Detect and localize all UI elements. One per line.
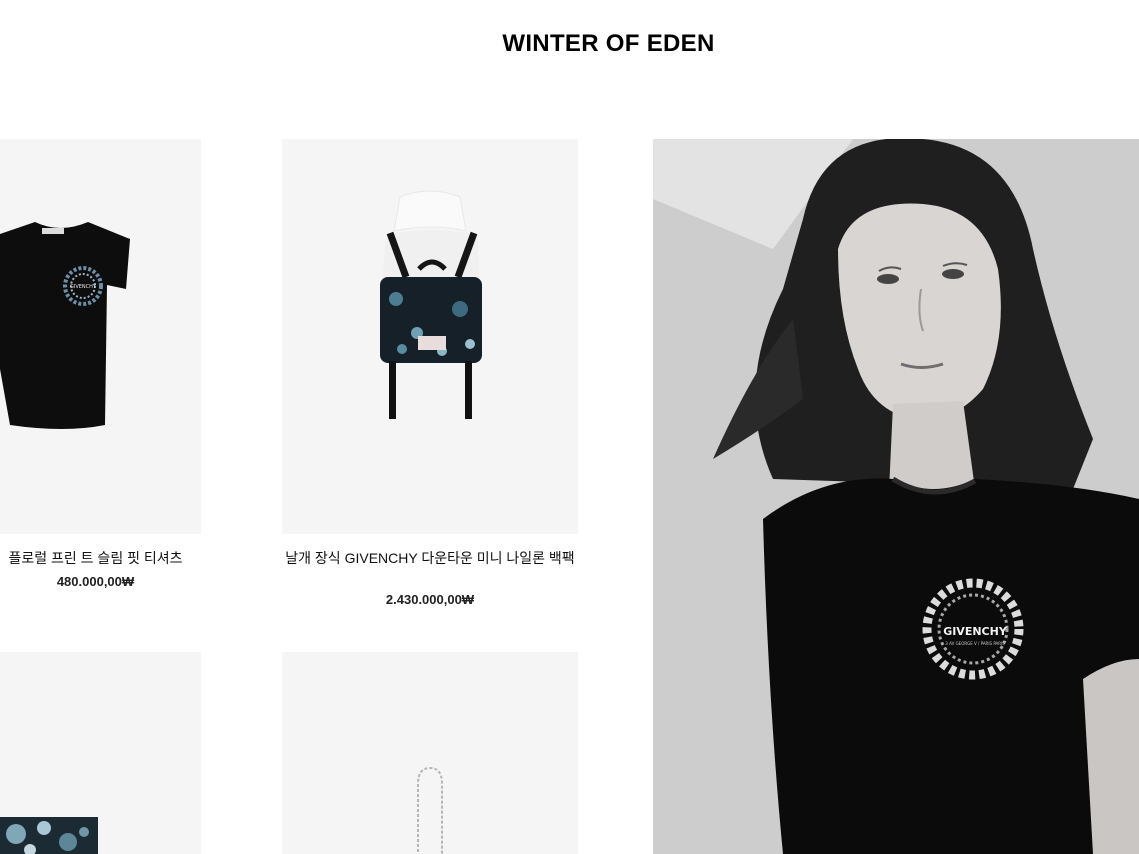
hero-logo-subtext: 3 AV GEORGE V / PARIS PARIS (945, 641, 1005, 646)
chain-bag-icon (417, 766, 443, 854)
collection-page: WINTER OF EDEN GIVENCHY 플로럴 프린 트 슬림 핏 티셔… (0, 0, 1139, 854)
product-price: 2.430.000,00₩ (385, 592, 475, 607)
product-card-image-chain-bag[interactable] (282, 652, 578, 854)
product-card-image-floral[interactable] (0, 652, 201, 854)
hero-logo-text: GIVENCHY (943, 625, 1008, 638)
product-card-image-backpack[interactable] (282, 139, 578, 534)
model-photo: GIVENCHY 3 AV GEORGE V / PARIS PARIS (653, 139, 1139, 854)
svg-text:GIVENCHY: GIVENCHY (70, 284, 97, 290)
page-title: WINTER OF EDEN (502, 30, 715, 57)
tshirt-icon: GIVENCHY (0, 222, 130, 429)
product-price: 480.000,00₩ (56, 574, 135, 589)
product-name[interactable]: 플로럴 프린 트 슬림 핏 티셔츠 (0, 549, 201, 567)
product-name[interactable]: 날개 장식 GIVENCHY 다운타운 미니 나일론 백팩 (282, 549, 578, 567)
floral-item-icon (0, 817, 98, 854)
product-card-image-tshirt[interactable]: GIVENCHY (0, 139, 201, 534)
backpack-icon (380, 190, 482, 419)
hero-image[interactable]: GIVENCHY 3 AV GEORGE V / PARIS PARIS (653, 139, 1139, 854)
